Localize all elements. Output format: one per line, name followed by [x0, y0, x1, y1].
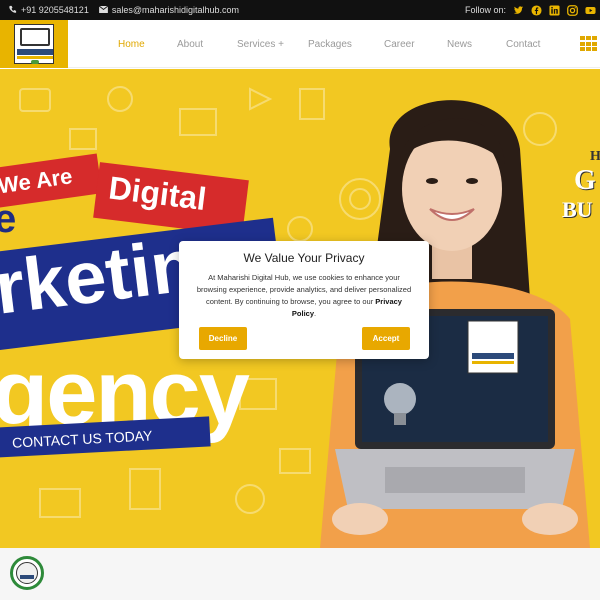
cookie-body: At Maharishi Digital Hub, we use cookies…: [196, 273, 412, 318]
nav-packages[interactable]: Packages: [308, 39, 352, 50]
nav-news[interactable]: News: [447, 39, 472, 50]
phone-link[interactable]: +91 9205548121: [8, 5, 89, 16]
accept-button[interactable]: Accept: [362, 327, 410, 350]
email-link[interactable]: sales@maharishidigitalhub.com: [98, 5, 240, 15]
phone-number: +91 9205548121: [21, 5, 89, 15]
floating-logo-badge[interactable]: [10, 556, 44, 590]
facebook-icon[interactable]: [531, 4, 542, 16]
brand-logo[interactable]: [14, 23, 54, 64]
next-section: [0, 548, 600, 600]
linkedin-icon[interactable]: [549, 4, 560, 16]
right-headline: H G BU: [562, 149, 600, 222]
nav-contact[interactable]: Contact: [506, 39, 540, 50]
grid-menu-icon[interactable]: [580, 36, 598, 52]
nav-career[interactable]: Career: [384, 39, 415, 50]
nav-home[interactable]: Home: [118, 39, 145, 50]
twitter-icon[interactable]: [513, 5, 524, 16]
decline-button[interactable]: Decline: [199, 327, 247, 350]
top-bar: +91 9205548121 sales@maharishidigitalhub…: [0, 0, 600, 20]
nav-about[interactable]: About: [177, 39, 203, 50]
badge-logo-icon: [16, 562, 38, 584]
phone-icon: [8, 5, 17, 16]
logo-container[interactable]: [0, 19, 68, 68]
handshake-icon: [20, 27, 50, 46]
email-address: sales@maharishidigitalhub.com: [111, 5, 240, 15]
youtube-icon[interactable]: [585, 5, 596, 16]
instagram-icon[interactable]: [567, 4, 578, 16]
cookie-consent-dialog: We Value Your Privacy At Maharishi Digit…: [179, 241, 429, 359]
nav-services[interactable]: Services +: [237, 39, 284, 50]
follow-label: Follow on:: [464, 5, 506, 15]
site-header: Home About Services + Packages Career Ne…: [0, 19, 600, 68]
e-fragment: e: [0, 197, 17, 241]
cookie-title: We Value Your Privacy: [243, 251, 365, 265]
envelope-icon: [98, 5, 108, 15]
